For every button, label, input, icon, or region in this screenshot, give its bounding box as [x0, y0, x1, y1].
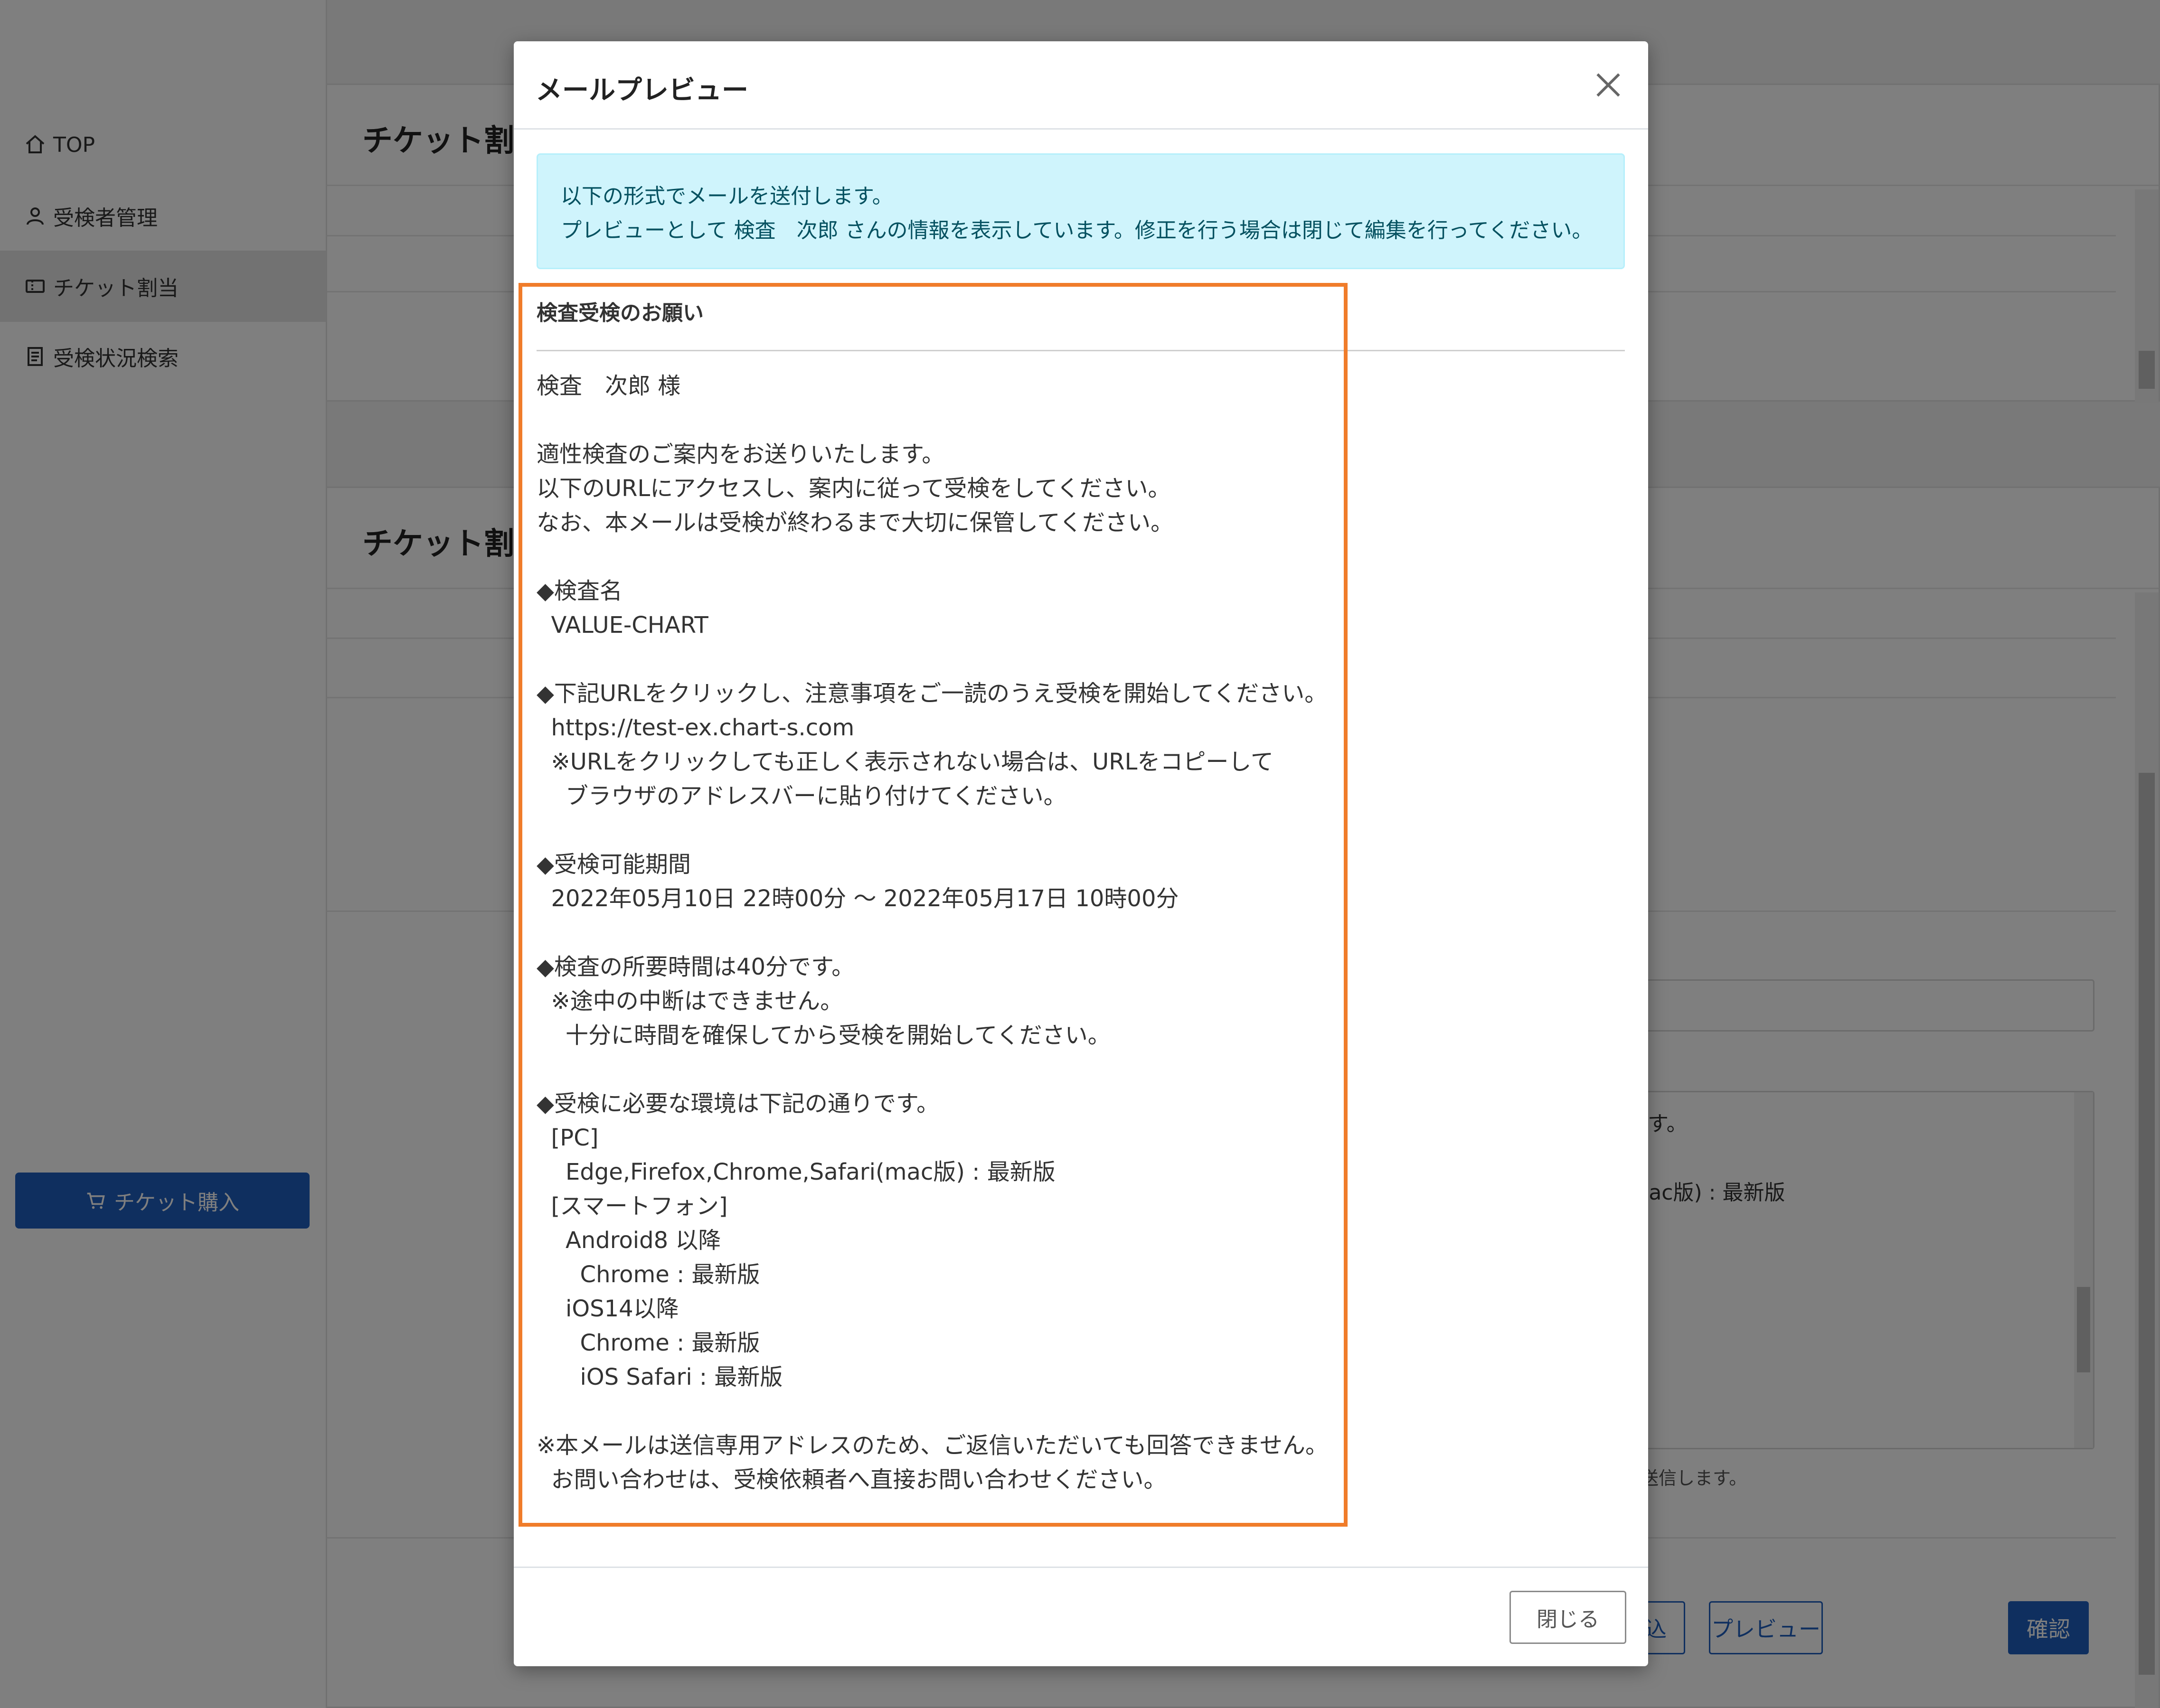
mail-subject: 検査受検のお願い	[537, 301, 704, 325]
info-alert: 以下の形式でメールを送付します。 プレビューとして 検査 次郎 さんの情報を表示…	[537, 153, 1625, 269]
mail-body-line: ブラウザのアドレスバーに貼り付けてください。	[537, 783, 1066, 809]
mail-body-line	[537, 916, 1328, 950]
mail-body-line: なお、本メールは受検が終わるまで大切に保管してください。	[537, 509, 1174, 536]
mail-body-line: VALUE-CHART	[537, 612, 708, 638]
mail-body-line	[537, 1394, 1328, 1428]
mail-body-line: [スマートフォン]	[537, 1193, 728, 1220]
close-icon[interactable]	[1592, 69, 1624, 101]
mail-body-line: [PC]	[537, 1125, 599, 1151]
mail-body-line: iOS14以降	[537, 1295, 679, 1322]
modal-header: メールプレビュー	[514, 41, 1648, 130]
mail-body-line: ※途中の中断はできません。	[537, 988, 843, 1014]
mail-body-line: https://test-ex.chart-s.com	[537, 714, 855, 741]
mail-preview-modal: メールプレビュー 以下の形式でメールを送付します。 プレビューとして 検査 次郎…	[514, 41, 1648, 1666]
modal-title: メールプレビュー	[536, 75, 748, 106]
modal-footer: 閉じる	[514, 1567, 1648, 1666]
mail-body-line: 以下のURLにアクセスし、案内に従って受検をしてください。	[537, 475, 1171, 502]
mail-body-line	[537, 540, 1328, 574]
alert-line: プレビューとして 検査 次郎 さんの情報を表示しています。修正を行う場合は閉じて…	[561, 218, 1593, 243]
mail-body-line: Android8 以降	[537, 1227, 721, 1254]
mail-body-line: iOS Safari : 最新版	[537, 1364, 783, 1390]
close-button[interactable]: 閉じる	[1509, 1591, 1626, 1644]
mail-body-line	[537, 403, 1328, 437]
mail-body-line: ◆受検可能期間	[537, 851, 691, 878]
mail-body-line: ※本メールは送信専用アドレスのため、ご返信いただいても回答できません。	[537, 1432, 1328, 1459]
mail-body-line: 検査 次郎 様	[537, 373, 681, 399]
mail-body-line: ※URLをクリックしても正しく表示されない場合は、URLをコピーして	[537, 749, 1273, 775]
mail-body-line	[537, 813, 1328, 847]
mail-body-line	[537, 1052, 1328, 1087]
mail-body-line: ◆検査名	[537, 578, 623, 604]
mail-body-line: ◆下記URLをクリックし、注意事項をご一読のうえ受検を開始してください。	[537, 680, 1328, 707]
divider	[537, 350, 1625, 351]
mail-body-line: Chrome : 最新版	[537, 1330, 760, 1356]
mail-body: 検査 次郎 様適性検査のご案内をお送りいたします。以下のURLにアクセスし、案内…	[537, 369, 1328, 1497]
mail-body-line	[537, 642, 1328, 676]
mail-body-line: Edge,Firefox,Chrome,Safari(mac版) : 最新版	[537, 1159, 1056, 1185]
mail-body-line: ◆検査の所要時間は40分です。	[537, 954, 855, 980]
mail-body-line: 適性検査のご案内をお送りいたします。	[537, 441, 945, 468]
mail-body-line: ◆受検に必要な環境は下記の通りです。	[537, 1090, 940, 1117]
close-button-label: 閉じる	[1537, 1607, 1599, 1632]
mail-body-line: 2022年05月10日 22時00分 ～ 2022年05月17日 10時00分	[537, 885, 1179, 912]
mail-body-line: Chrome : 最新版	[537, 1261, 760, 1288]
mail-body-line: お問い合わせは、受検依頼者へ直接お問い合わせください。	[537, 1466, 1167, 1493]
alert-line: 以下の形式でメールを送付します。	[561, 184, 893, 208]
mail-body-line: 十分に時間を確保してから受検を開始してください。	[537, 1022, 1111, 1049]
